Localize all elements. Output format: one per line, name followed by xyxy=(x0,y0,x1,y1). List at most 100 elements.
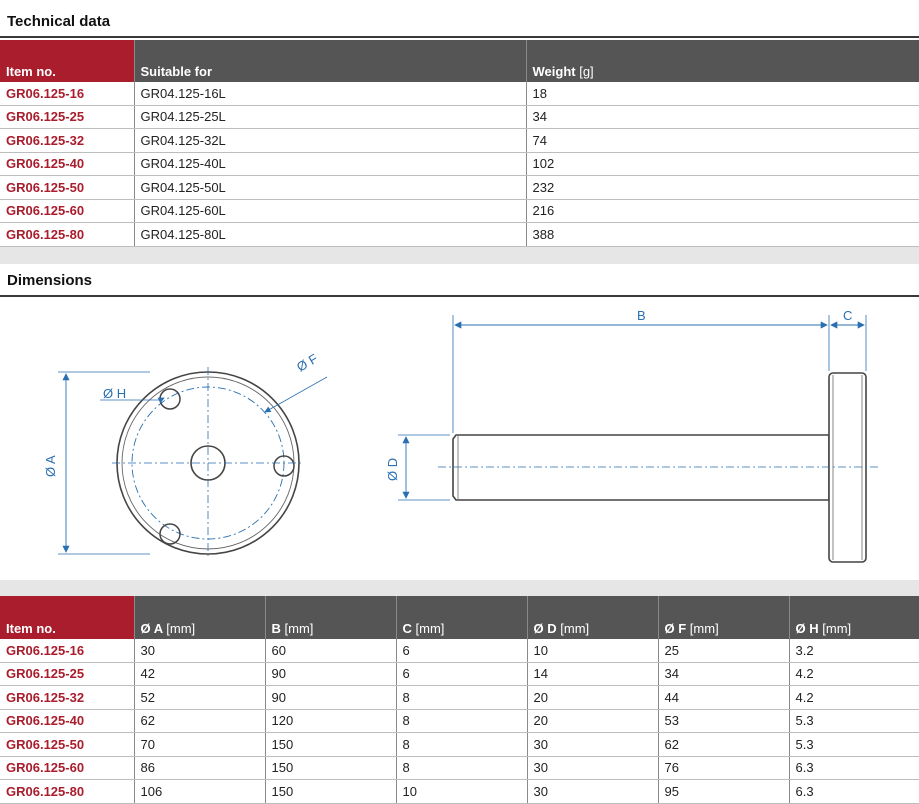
dimension-drawing: Ø A Ø H Ø F B C Ø D xyxy=(43,308,880,563)
header-item-no: Item no. xyxy=(0,40,135,82)
a-cell: 52 xyxy=(134,685,266,710)
weight-cell: 18 xyxy=(526,82,919,106)
weight-cell: 74 xyxy=(526,128,919,153)
table-row: GR06.125-16 GR04.125-16L 18 xyxy=(0,82,919,106)
b-cell: 90 xyxy=(265,662,397,686)
a-cell: 70 xyxy=(134,732,266,757)
technical-data-title: Technical data xyxy=(0,2,919,38)
c-cell: 6 xyxy=(396,662,528,686)
table-row: GR06.125-25 GR04.125-25L 34 xyxy=(0,105,919,129)
suitable-for-cell: GR04.125-50L xyxy=(134,175,527,200)
suitable-for-cell: GR04.125-60L xyxy=(134,199,527,223)
dimensions-title: Dimensions xyxy=(0,261,919,297)
b-cell: 90 xyxy=(265,685,397,710)
header-d-label: Ø D xyxy=(533,621,557,636)
item-no-cell: GR06.125-60 xyxy=(0,199,135,223)
c-cell: 8 xyxy=(396,709,528,733)
separator-band xyxy=(0,580,919,596)
d-cell: 20 xyxy=(527,709,659,733)
header-f-unit: [mm] xyxy=(689,621,719,636)
header-item-no: Item no. xyxy=(0,596,135,639)
c-cell: 8 xyxy=(396,685,528,710)
side-view: B C Ø D xyxy=(385,308,880,563)
dim-label-d: Ø D xyxy=(385,458,400,481)
header-f: Ø F [mm] xyxy=(658,596,790,639)
h-cell: 6.3 xyxy=(789,756,919,780)
d-cell: 20 xyxy=(527,685,659,710)
f-cell: 95 xyxy=(658,779,790,804)
header-f-label: Ø F xyxy=(664,621,687,636)
b-cell: 120 xyxy=(265,709,397,733)
item-no-cell: GR06.125-16 xyxy=(0,82,135,106)
f-cell: 34 xyxy=(658,662,790,686)
f-cell: 25 xyxy=(658,639,790,663)
header-h-label: Ø H xyxy=(795,621,819,636)
header-a: Ø A [mm] xyxy=(134,596,266,639)
c-cell: 6 xyxy=(396,639,528,663)
table-row: GR06.125-50 GR04.125-50L 232 xyxy=(0,175,919,200)
b-cell: 150 xyxy=(265,732,397,757)
mounting-hole xyxy=(159,523,181,545)
d-cell: 30 xyxy=(527,779,659,804)
table-row: GR06.125-60 86 150 8 30 76 6.3 xyxy=(0,756,919,780)
table-row: GR06.125-25 42 90 6 14 34 4.2 xyxy=(0,662,919,686)
dim-label-a: Ø A xyxy=(43,455,58,477)
h-cell: 3.2 xyxy=(789,639,919,663)
table-row: GR06.125-16 30 60 6 10 25 3.2 xyxy=(0,639,919,663)
d-cell: 10 xyxy=(527,639,659,663)
suitable-for-cell: GR04.125-40L xyxy=(134,152,527,176)
header-b-label: B xyxy=(271,621,281,636)
a-cell: 86 xyxy=(134,756,266,780)
header-a-unit: [mm] xyxy=(166,621,196,636)
h-cell: 5.3 xyxy=(789,709,919,733)
suitable-for-cell: GR04.125-25L xyxy=(134,105,527,129)
item-no-cell: GR06.125-80 xyxy=(0,222,135,247)
weight-cell: 216 xyxy=(526,199,919,223)
table-row: GR06.125-80 GR04.125-80L 388 xyxy=(0,222,919,247)
front-view: Ø A Ø H Ø F xyxy=(43,351,328,559)
header-d: Ø D [mm] xyxy=(527,596,659,639)
header-d-unit: [mm] xyxy=(560,621,590,636)
header-a-label: Ø A xyxy=(140,621,163,636)
d-cell: 30 xyxy=(527,756,659,780)
item-no-cell: GR06.125-25 xyxy=(0,662,135,686)
table-row: GR06.125-40 62 120 8 20 53 5.3 xyxy=(0,709,919,733)
dim-label-h: Ø H xyxy=(103,386,126,401)
item-no-cell: GR06.125-16 xyxy=(0,639,135,663)
table-row: GR06.125-50 70 150 8 30 62 5.3 xyxy=(0,732,919,757)
header-weight: Weight [g] xyxy=(526,40,919,82)
f-cell: 62 xyxy=(658,732,790,757)
dimensions-table: Item no. Ø A [mm] B [mm] C [mm] Ø D [mm]… xyxy=(0,596,919,804)
header-h: Ø H [mm] xyxy=(789,596,919,639)
weight-cell: 34 xyxy=(526,105,919,129)
a-cell: 42 xyxy=(134,662,266,686)
h-cell: 4.2 xyxy=(789,662,919,686)
a-cell: 30 xyxy=(134,639,266,663)
weight-cell: 102 xyxy=(526,152,919,176)
table-header-row: Item no. Ø A [mm] B [mm] C [mm] Ø D [mm]… xyxy=(0,596,919,639)
h-cell: 4.2 xyxy=(789,685,919,710)
a-cell: 106 xyxy=(134,779,266,804)
shaft-outline xyxy=(452,434,830,501)
header-c-label: C xyxy=(402,621,412,636)
table-row: GR06.125-60 GR04.125-60L 216 xyxy=(0,199,919,223)
c-cell: 8 xyxy=(396,756,528,780)
f-cell: 76 xyxy=(658,756,790,780)
header-c-unit: [mm] xyxy=(415,621,445,636)
header-b-unit: [mm] xyxy=(284,621,314,636)
header-suitable-for: Suitable for xyxy=(134,40,527,82)
table-row: GR06.125-32 52 90 8 20 44 4.2 xyxy=(0,685,919,710)
header-h-unit: [mm] xyxy=(822,621,852,636)
h-cell: 6.3 xyxy=(789,779,919,804)
item-no-cell: GR06.125-40 xyxy=(0,152,135,176)
dim-label-c: C xyxy=(843,308,852,323)
header-c: C [mm] xyxy=(396,596,528,639)
d-cell: 14 xyxy=(527,662,659,686)
c-cell: 10 xyxy=(396,779,528,804)
item-no-cell: GR06.125-80 xyxy=(0,779,135,804)
dim-label-f: Ø F xyxy=(294,351,320,375)
b-cell: 150 xyxy=(265,756,397,780)
suitable-for-cell: GR04.125-16L xyxy=(134,82,527,106)
item-no-cell: GR06.125-40 xyxy=(0,709,135,733)
technical-data-table: Item no. Suitable for Weight [g] GR06.12… xyxy=(0,40,919,264)
